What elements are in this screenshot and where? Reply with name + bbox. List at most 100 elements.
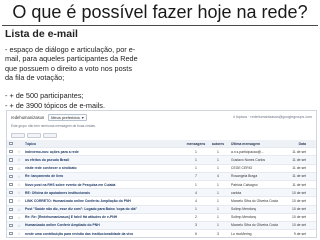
star-icon[interactable]: ☆	[15, 207, 23, 212]
author-count: 1	[217, 223, 219, 228]
row-checkbox[interactable]	[7, 215, 15, 219]
header-info: 4 tópicos · redehumanizasus@googlegroups…	[232, 115, 312, 119]
post-date: 10 de set	[292, 198, 306, 203]
star-icon[interactable]: ☆	[15, 166, 23, 171]
star-icon[interactable]: ☆	[15, 157, 23, 162]
author-count: 1	[217, 149, 219, 154]
toolbar-button[interactable]	[43, 133, 57, 138]
group-intro: Este grupo não tem nenhuma mensagem de b…	[11, 124, 96, 128]
group-menu-label: Meus preferidos	[51, 114, 80, 120]
row-checkbox[interactable]	[7, 223, 15, 228]
topic-link[interactable]: os efeitos do pseudo Brasil	[23, 158, 185, 162]
post-date: 9 de set	[293, 231, 306, 236]
post-date: 11 de set	[292, 166, 306, 171]
post-count: 1	[195, 166, 197, 171]
author-count: 1	[217, 182, 219, 187]
post-count: 1	[195, 149, 197, 154]
chevron-down-icon: ▾	[81, 114, 84, 120]
last-poster: Solimp Mendonç	[231, 207, 257, 212]
row-checkbox[interactable]	[7, 150, 15, 154]
last-poster: Marcelo Sifra do Oliveira Costa	[231, 198, 278, 203]
post-date: 11 de set	[292, 149, 306, 154]
column-topic: Tópico	[25, 141, 37, 146]
row-checkbox[interactable]	[7, 158, 15, 162]
post-date: 11 de set	[292, 182, 306, 187]
author-count: 1	[217, 190, 219, 195]
author-count: 1	[217, 198, 219, 203]
last-poster: carlota	[231, 190, 242, 195]
topic-link[interactable]: Re: Re: [Redehumanizasus] E falei! Há at…	[23, 215, 185, 219]
row-checkbox[interactable]	[7, 191, 15, 195]
table-row[interactable]: ☆ os efeitos do pseudo Brasil 1 1 Gustav…	[7, 156, 316, 165]
column-posts: mensagens	[186, 141, 206, 146]
star-icon[interactable]: ☆	[15, 231, 23, 236]
star-icon[interactable]: ☆	[15, 149, 23, 154]
row-checkbox[interactable]	[7, 207, 15, 211]
group-menu[interactable]: Meus preferidos ▾	[48, 113, 87, 121]
last-poster: CEGE CERIO	[231, 166, 253, 171]
last-poster: Marcelo Sifra do Oliveira Costa	[231, 223, 278, 228]
row-checkbox[interactable]	[7, 182, 15, 187]
table-row[interactable]: ☆ Novo post na RHS sobre evento de Pesqu…	[7, 181, 316, 190]
topic-link[interactable]: LINK CORRETO: Humanizado online Conferia…	[23, 199, 185, 203]
author-count: 1	[217, 157, 219, 162]
toolbar-button[interactable]	[27, 133, 41, 138]
post-count: 7	[195, 174, 197, 179]
title-divider	[2, 25, 318, 26]
last-poster: a.n.s.participacao@...	[231, 149, 264, 154]
post-count: 1	[195, 182, 197, 187]
star-icon[interactable]: ☆	[15, 215, 23, 220]
row-checkbox[interactable]	[7, 174, 15, 178]
last-poster: Patricia Calvagno	[231, 182, 258, 187]
last-poster: Gustavo Nunes Carlos	[231, 157, 266, 162]
author-count: 1	[217, 207, 219, 212]
row-checkbox[interactable]	[7, 232, 15, 236]
table-header: Tópico mensagens autores Última mensagem…	[7, 140, 316, 149]
table-row[interactable]: ☆ LINK CORRETO: Humanizado online Confer…	[7, 197, 316, 206]
author-count: 3	[217, 231, 219, 236]
select-all-checkbox[interactable]	[7, 142, 15, 146]
last-poster: Solimp Mendonç	[231, 215, 257, 220]
slide-title: O que é possível fazer hoje na rede?	[12, 2, 308, 22]
row-checkbox[interactable]	[7, 199, 15, 203]
table-row[interactable]: ☆ neste uma contribuição para revisão da…	[7, 230, 316, 237]
author-count: 4	[217, 174, 219, 179]
table-row[interactable]: ☆ RE: Oficina de apoiadores instituciona…	[7, 189, 316, 198]
post-count: 2	[195, 215, 197, 220]
group-name[interactable]: redehumanizasus	[11, 115, 44, 120]
topic-link[interactable]: Humanizado online Conferir Ampliado do P…	[23, 223, 185, 227]
topic-link[interactable]: Re: lançamento de livro	[23, 174, 185, 178]
post-count: 1	[195, 157, 197, 162]
star-icon[interactable]: ☆	[15, 190, 23, 195]
table-row[interactable]: ☆ visite rede conhecer o sindicato 1 1 C…	[7, 165, 316, 173]
group-header: redehumanizasus Meus preferidos ▾ 4 tópi…	[7, 111, 316, 123]
topic-link[interactable]: Post "Saúde não diz, esse diz com": Loga…	[23, 207, 185, 211]
star-icon[interactable]: ☆	[15, 223, 23, 228]
star-icon[interactable]: ☆	[15, 198, 23, 203]
table-row[interactable]: ☆ Re: lançamento de livro 7 4 Rosangela …	[7, 172, 316, 181]
table-row[interactable]: ☆ Re: Re: [Redehumanizasus] E falei! Há …	[7, 214, 316, 222]
last-poster: Rosangela Braga	[231, 174, 258, 179]
author-count: 1	[217, 215, 219, 220]
post-date: 10 de set	[292, 207, 306, 212]
table-row[interactable]: ☆ Post "Saúde não diz, esse diz com": Lo…	[7, 205, 316, 214]
table-row[interactable]: ☆ Humanizado online Conferir Ampliado do…	[7, 221, 316, 231]
toolbar-button[interactable]	[11, 133, 25, 138]
post-count: 3	[195, 223, 197, 228]
table-row[interactable]: ☆ Indexemo-nos: ações para a rede 1 1 a.…	[7, 148, 316, 157]
topic-link[interactable]: neste uma contribuição para revisão das …	[23, 232, 185, 236]
column-authors: autores	[211, 141, 225, 146]
star-icon[interactable]: ☆	[15, 182, 23, 187]
post-count: 4	[195, 198, 197, 203]
toolbar	[11, 133, 57, 138]
topic-link[interactable]: Indexemo-nos: ações para a rede	[23, 150, 185, 154]
topic-link[interactable]: Novo post na RHS sobre evento de Pesquis…	[23, 183, 185, 187]
post-date: 10 de set	[292, 215, 306, 220]
last-poster: Lu ricoMering	[231, 231, 252, 236]
google-groups-screenshot: redehumanizasus Meus preferidos ▾ 4 tópi…	[6, 110, 317, 238]
row-checkbox[interactable]	[7, 166, 15, 170]
star-icon[interactable]: ☆	[15, 174, 23, 179]
topic-link[interactable]: RE: Oficina de apoiadores institucionais	[23, 191, 185, 195]
post-date: 10 de set	[292, 223, 306, 228]
topic-link[interactable]: visite rede conhecer o sindicato	[23, 166, 185, 170]
